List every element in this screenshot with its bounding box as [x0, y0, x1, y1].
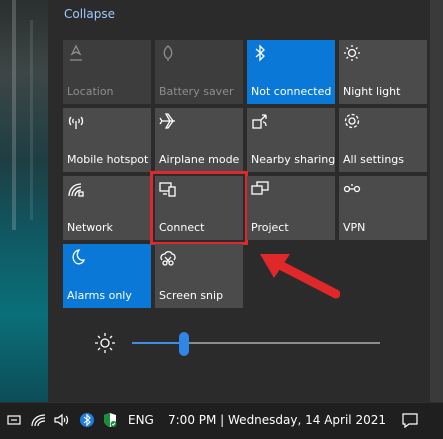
tile-label: Location: [67, 85, 114, 98]
clock-datetime[interactable]: 7:00 PM | Wednesday, 14 April 2021: [168, 413, 386, 427]
quick-action-location[interactable]: Location: [63, 40, 151, 104]
brightness-slider-fill: [132, 342, 185, 344]
tile-label: Not connected: [251, 85, 332, 98]
tile-label: Airplane mode: [159, 153, 240, 166]
quick-action-network[interactable]: Network: [63, 176, 151, 240]
tile-label: Mobile hotspot: [67, 153, 149, 166]
quick-action-vpn[interactable]: VPN: [339, 176, 427, 240]
screen-snip-icon: [160, 251, 176, 266]
collapse-link[interactable]: Collapse: [64, 7, 115, 21]
quick-action-focus-assist[interactable]: Alarms only: [63, 244, 151, 308]
quick-action-airplane-mode[interactable]: Airplane mode: [155, 108, 243, 172]
window-edge: [430, 0, 443, 402]
quick-action-mobile-hotspot[interactable]: Mobile hotspot: [63, 108, 151, 172]
brightness-slider-thumb[interactable]: [179, 332, 190, 356]
desktop-wallpaper-detail: [30, 20, 33, 220]
project-icon: [251, 181, 269, 195]
tile-label: Alarms only: [67, 289, 132, 302]
moon-icon: [72, 249, 85, 265]
security-shield-icon[interactable]: [102, 412, 118, 428]
night-light-icon: [344, 45, 360, 61]
tile-label: Project: [251, 221, 289, 234]
location-icon: [70, 44, 82, 61]
nearby-sharing-icon: [252, 114, 267, 129]
network-icon: [68, 183, 84, 197]
battery-saver-icon: [163, 45, 173, 61]
language-indicator[interactable]: ENG: [128, 413, 154, 427]
mobile-hotspot-icon: [68, 116, 84, 129]
settings-gear-icon: [344, 113, 360, 129]
tile-label: Connect: [159, 221, 205, 234]
tile-label: All settings: [343, 153, 404, 166]
bluetooth-tray-icon[interactable]: [79, 412, 95, 428]
quick-action-screen-snip[interactable]: Screen snip: [155, 244, 243, 308]
quick-action-nearby-sharing[interactable]: Nearby sharing: [247, 108, 335, 172]
desktop-wallpaper-detail: [12, 0, 16, 230]
quick-action-project[interactable]: Project: [247, 176, 335, 240]
quick-action-night-light[interactable]: Night light: [339, 40, 427, 104]
bluetooth-icon: [255, 44, 265, 62]
annotation-arrow: [260, 254, 340, 299]
wifi-icon[interactable]: [31, 412, 47, 428]
tile-label: Battery saver: [159, 85, 234, 98]
brightness-sun-icon: [95, 333, 115, 353]
tile-label: Screen snip: [159, 289, 224, 302]
taskbar: ENG 7:00 PM | Wednesday, 14 April 2021: [0, 402, 443, 439]
brightness-control: [48, 320, 430, 364]
connect-icon: [159, 182, 176, 197]
taskbar-app-icon[interactable]: [6, 412, 22, 428]
desktop-background: [0, 0, 48, 402]
tile-label: VPN: [343, 221, 366, 234]
volume-icon[interactable]: [53, 412, 69, 428]
quick-action-battery-saver[interactable]: Battery saver: [155, 40, 243, 104]
tile-label: Network: [67, 221, 113, 234]
quick-action-all-settings[interactable]: All settings: [339, 108, 427, 172]
quick-action-connect[interactable]: Connect: [150, 171, 248, 245]
tile-label: Night light: [343, 85, 401, 98]
tile-label: Nearby sharing: [251, 153, 336, 166]
airplane-icon: [159, 113, 175, 129]
notification-icon[interactable]: [401, 411, 419, 429]
vpn-icon: [343, 184, 361, 193]
quick-action-bluetooth[interactable]: Not connected: [247, 40, 335, 104]
brightness-slider[interactable]: [132, 332, 380, 356]
